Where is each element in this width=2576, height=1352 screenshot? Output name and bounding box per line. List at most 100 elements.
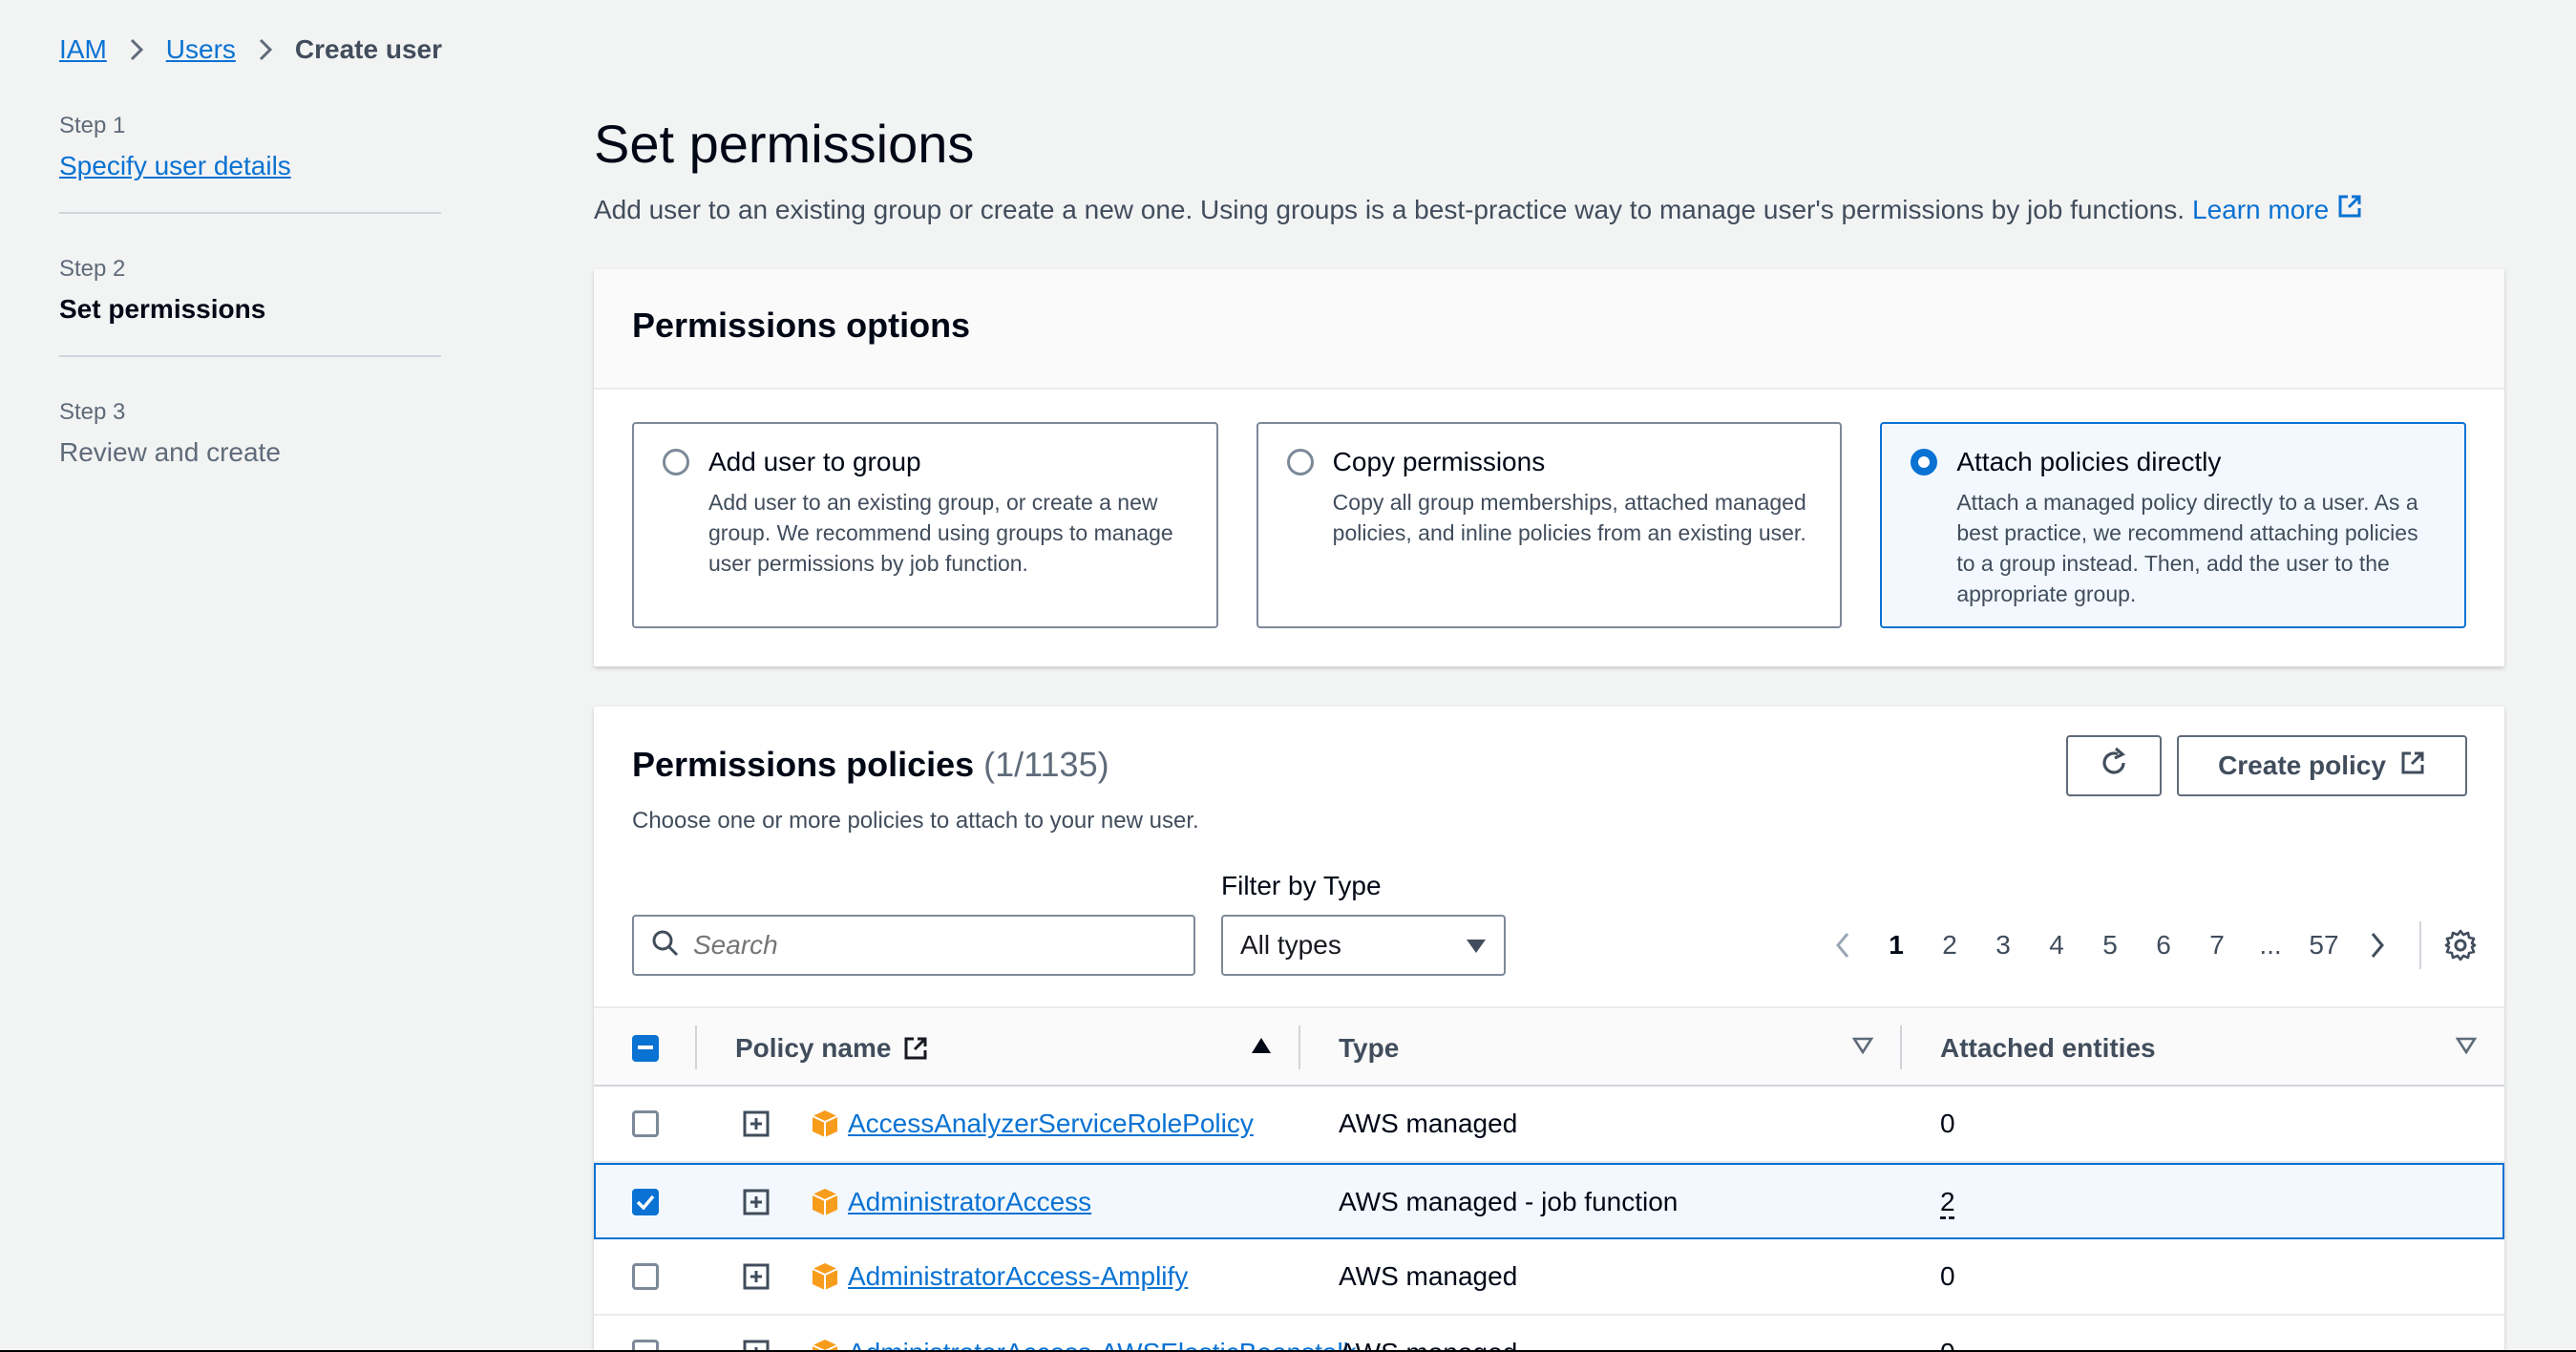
expand-icon[interactable] xyxy=(743,1239,770,1314)
page-3[interactable]: 3 xyxy=(1976,930,2030,961)
previous-page-icon[interactable] xyxy=(1816,931,1869,960)
step-2: Step 2 Set permissions xyxy=(59,256,441,357)
chevron-right-icon xyxy=(128,36,145,63)
aws-managed-policy-icon xyxy=(810,1087,840,1161)
policy-name-link[interactable]: AdministratorAccess xyxy=(848,1187,1091,1217)
step-1: Step 1 Specify user details xyxy=(59,113,441,214)
page-1[interactable]: 1 xyxy=(1869,930,1923,961)
row-checkbox[interactable] xyxy=(632,1110,659,1137)
aws-managed-policy-icon xyxy=(810,1165,840,1239)
option-title: Add user to group xyxy=(708,447,921,476)
expand-icon[interactable] xyxy=(743,1165,770,1239)
policies-table-header: Policy name Type Attached entities xyxy=(594,1006,2504,1087)
pagination: 1 2 3 4 5 6 7 ... 57 xyxy=(1816,915,2477,976)
column-policy-name-label: Policy name xyxy=(735,1033,892,1063)
page-description-text: Add user to an existing group or create … xyxy=(594,194,2185,224)
learn-more-label: Learn more xyxy=(2192,194,2330,224)
permissions-options-tiles: Add user to group Add user to an existin… xyxy=(594,390,2504,661)
settings-gear-icon[interactable] xyxy=(2444,929,2477,961)
column-header-type[interactable]: Type xyxy=(1339,1008,1399,1088)
table-row-selected[interactable]: AdministratorAccess AWS managed - job fu… xyxy=(594,1163,2504,1239)
sort-caret-down-icon[interactable] xyxy=(2455,1037,2478,1059)
row-checkbox[interactable] xyxy=(632,1263,659,1290)
column-divider xyxy=(695,1025,697,1069)
page-title: Set permissions xyxy=(594,114,975,174)
breadcrumb: IAM Users Create user xyxy=(59,34,442,65)
table-row[interactable]: AdministratorAccess-AWSElasticBeanstalk … xyxy=(594,1316,2504,1352)
create-policy-label: Create policy xyxy=(2218,750,2386,780)
learn-more-link[interactable]: Learn more xyxy=(2192,193,2363,226)
option-title: Copy permissions xyxy=(1332,447,1546,476)
radio-button[interactable] xyxy=(1286,449,1314,475)
permissions-policies-title: Permissions policies (1/1135) xyxy=(632,745,1199,785)
column-type-label: Type xyxy=(1339,1033,1400,1063)
column-divider xyxy=(1900,1025,1902,1069)
expand-icon[interactable] xyxy=(743,1316,770,1352)
refresh-button[interactable] xyxy=(2066,735,2162,796)
permissions-options-panel: Permissions options Add user to group Ad… xyxy=(594,269,2504,666)
external-link-icon xyxy=(2399,750,2426,783)
filter-type-select[interactable]: All types xyxy=(1221,915,1506,976)
external-link-icon xyxy=(902,1035,929,1062)
search-input[interactable] xyxy=(693,930,1190,961)
permissions-policies-header: Permissions policies (1/1135) Choose one… xyxy=(632,745,1199,834)
step-set-permissions: Set permissions xyxy=(59,294,266,324)
expand-icon[interactable] xyxy=(743,1087,770,1161)
table-row[interactable]: AccessAnalyzerServiceRolePolicy AWS mana… xyxy=(594,1087,2504,1163)
table-row[interactable]: AdministratorAccess-Amplify AWS managed … xyxy=(594,1239,2504,1316)
column-header-policy-name[interactable]: Policy name xyxy=(735,1008,929,1088)
option-attach-policies-directly[interactable]: Attach policies directly Attach a manage… xyxy=(1880,422,2467,628)
policy-type: AWS managed xyxy=(1339,1109,1518,1138)
search-icon xyxy=(651,929,680,962)
policy-type: AWS managed xyxy=(1339,1316,1517,1352)
create-policy-button[interactable]: Create policy xyxy=(2177,735,2467,796)
policy-name-link[interactable]: AdministratorAccess-Amplify xyxy=(848,1261,1188,1292)
page-2[interactable]: 2 xyxy=(1923,930,1976,961)
option-description: Add user to an existing group, or create… xyxy=(708,490,1173,576)
option-description: Attach a managed policy directly to a us… xyxy=(1956,490,2418,606)
attached-entities-link[interactable]: 2 xyxy=(1940,1187,1955,1217)
option-copy-permissions[interactable]: Copy permissions Copy all group membersh… xyxy=(1256,422,1843,628)
page-5[interactable]: 5 xyxy=(2083,930,2137,961)
filter-by-type-label: Filter by Type xyxy=(1221,871,1382,900)
sort-ascending-icon[interactable] xyxy=(1251,1037,1272,1059)
option-add-user-to-group[interactable]: Add user to group Add user to an existin… xyxy=(632,422,1218,628)
select-all-checkbox[interactable] xyxy=(632,1035,659,1062)
column-header-attached-entities[interactable]: Attached entities xyxy=(1940,1008,2156,1088)
radio-button-selected[interactable] xyxy=(1911,449,1938,475)
page-6[interactable]: 6 xyxy=(2137,930,2190,961)
sort-caret-down-icon[interactable] xyxy=(1851,1037,1874,1059)
external-link-icon xyxy=(2336,193,2363,226)
page-57[interactable]: 57 xyxy=(2297,930,2351,961)
option-title: Attach policies directly xyxy=(1956,447,2222,476)
policies-count: (1/1135) xyxy=(983,745,1109,784)
chevron-right-icon xyxy=(257,36,274,63)
column-divider xyxy=(1299,1025,1300,1069)
breadcrumb-iam-link[interactable]: IAM xyxy=(59,34,107,65)
step-number: Step 1 xyxy=(59,113,126,138)
filter-type-value: All types xyxy=(1240,930,1341,960)
wizard-steps: Step 1 Specify user details Step 2 Set p… xyxy=(59,113,441,540)
attached-entities: 0 xyxy=(1940,1316,1955,1352)
search-box xyxy=(632,915,1195,976)
policies-title-text: Permissions policies xyxy=(632,745,975,784)
radio-button[interactable] xyxy=(663,449,689,475)
step-number: Step 3 xyxy=(59,399,126,425)
policies-description: Choose one or more policies to attach to… xyxy=(632,808,1199,834)
next-page-icon[interactable] xyxy=(2351,931,2404,960)
select-all-cell xyxy=(632,1008,659,1088)
breadcrumb-users-link[interactable]: Users xyxy=(166,34,236,65)
step-number: Step 2 xyxy=(59,256,126,282)
policy-type: AWS managed xyxy=(1339,1261,1518,1291)
step-3: Step 3 Review and create xyxy=(59,399,441,498)
policy-type: AWS managed - job function xyxy=(1339,1187,1679,1216)
page-7[interactable]: 7 xyxy=(2190,930,2244,961)
attached-entities: 0 xyxy=(1940,1261,1955,1291)
breadcrumb-current: Create user xyxy=(294,34,442,64)
caret-down-icon xyxy=(1466,930,1487,961)
permissions-options-header: Permissions options xyxy=(594,269,2504,390)
row-checkbox-checked[interactable] xyxy=(632,1189,659,1215)
policy-name-link[interactable]: AccessAnalyzerServiceRolePolicy xyxy=(848,1109,1254,1139)
step-specify-user-details-link[interactable]: Specify user details xyxy=(59,151,291,180)
page-4[interactable]: 4 xyxy=(2030,930,2083,961)
